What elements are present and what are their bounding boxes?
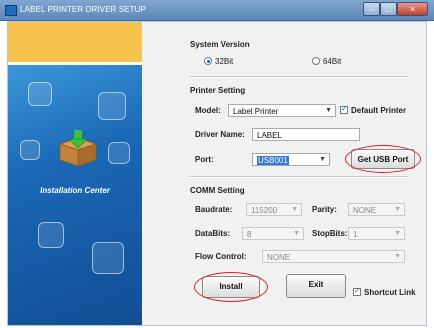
app-icon: [5, 5, 17, 16]
model-select[interactable]: Label Printer ▼: [228, 104, 336, 117]
databits-label: DataBits:: [195, 229, 231, 238]
exit-label: Exit: [308, 280, 324, 289]
banner-tile: [38, 222, 64, 248]
system-version-title: System Version: [190, 40, 250, 49]
window-title: LABEL PRINTER DRIVER SETUP: [20, 5, 146, 14]
settings-form: System Version 32Bit 64Bit Printer Setti…: [142, 22, 426, 325]
client-area: Installation Center System Version 32Bit…: [7, 21, 427, 326]
banner-divider: [8, 62, 142, 65]
banner-label: Installation Center: [40, 186, 110, 195]
driver-name-value: LABEL: [257, 131, 282, 140]
baudrate-value: 115200: [251, 206, 278, 215]
radio-64bit[interactable]: [312, 57, 320, 65]
checkmark-icon: ✓: [354, 286, 361, 295]
port-select[interactable]: USB001 ▼: [252, 153, 330, 166]
default-printer-checkbox[interactable]: ✓: [340, 104, 348, 114]
stopbits-label: StopBits:: [312, 229, 348, 238]
parity-label: Parity:: [312, 205, 337, 214]
model-value: Label Printer: [233, 107, 279, 116]
shortcut-link-label: Shortcut Link: [364, 288, 416, 297]
side-banner: Installation Center: [8, 22, 142, 325]
flow-control-select[interactable]: NONE ▼: [262, 250, 405, 263]
chevron-down-icon: ▼: [394, 206, 401, 213]
chevron-down-icon: ▼: [291, 206, 298, 213]
close-button[interactable]: ×: [397, 2, 428, 16]
radio-32bit[interactable]: [204, 57, 212, 65]
banner-tile: [92, 242, 124, 274]
shortcut-link-checkbox[interactable]: ✓: [353, 286, 361, 296]
checkmark-icon: ✓: [341, 104, 348, 113]
banner-tile: [98, 92, 126, 120]
banner-tile: [28, 82, 52, 106]
stopbits-value: 1: [353, 230, 358, 239]
model-label: Model:: [195, 106, 221, 115]
baudrate-select[interactable]: 115200 ▼: [246, 203, 302, 216]
minimize-button[interactable]: –: [363, 2, 380, 16]
radio-32bit-label: 32Bit: [215, 57, 234, 66]
comm-setting-title: COMM Setting: [190, 186, 245, 195]
chevron-down-icon: ▼: [319, 156, 326, 163]
driver-name-label: Driver Name:: [195, 130, 245, 139]
chevron-down-icon: ▼: [394, 230, 401, 237]
banner-tile: [20, 140, 40, 160]
flow-control-label: Flow Control:: [195, 252, 247, 261]
banner-top-band: [8, 22, 142, 62]
maximize-button[interactable]: □: [380, 2, 397, 16]
separator: [189, 76, 409, 78]
close-icon: ×: [409, 4, 416, 14]
highlight-circle: [194, 272, 268, 302]
maximize-icon: □: [385, 4, 392, 14]
chevron-down-icon: ▼: [325, 107, 332, 114]
parity-value: NONE: [353, 206, 377, 215]
radio-64bit-label: 64Bit: [323, 57, 342, 66]
default-printer-label: Default Printer: [351, 106, 407, 115]
baudrate-label: Baudrate:: [195, 205, 233, 214]
banner-tile: [108, 142, 130, 164]
port-label: Port:: [195, 155, 214, 164]
driver-name-field[interactable]: LABEL: [252, 128, 360, 141]
chevron-down-icon: ▼: [293, 230, 300, 237]
stopbits-select[interactable]: 1 ▼: [348, 227, 405, 240]
parity-select[interactable]: NONE ▼: [348, 203, 405, 216]
separator: [189, 176, 409, 178]
chevron-down-icon: ▼: [394, 253, 401, 260]
port-value: USB001: [257, 156, 289, 165]
flow-control-value: NONE: [267, 253, 291, 262]
box-download-icon: [58, 130, 98, 167]
minimize-icon: –: [368, 4, 374, 14]
databits-select[interactable]: 8 ▼: [242, 227, 304, 240]
printer-setting-title: Printer Setting: [190, 86, 246, 95]
highlight-circle: [345, 145, 421, 173]
exit-button[interactable]: Exit: [286, 274, 346, 298]
databits-value: 8: [247, 230, 252, 239]
title-bar[interactable]: LABEL PRINTER DRIVER SETUP – □ ×: [0, 0, 434, 21]
setup-window: LABEL PRINTER DRIVER SETUP – □ × Install…: [0, 0, 434, 328]
